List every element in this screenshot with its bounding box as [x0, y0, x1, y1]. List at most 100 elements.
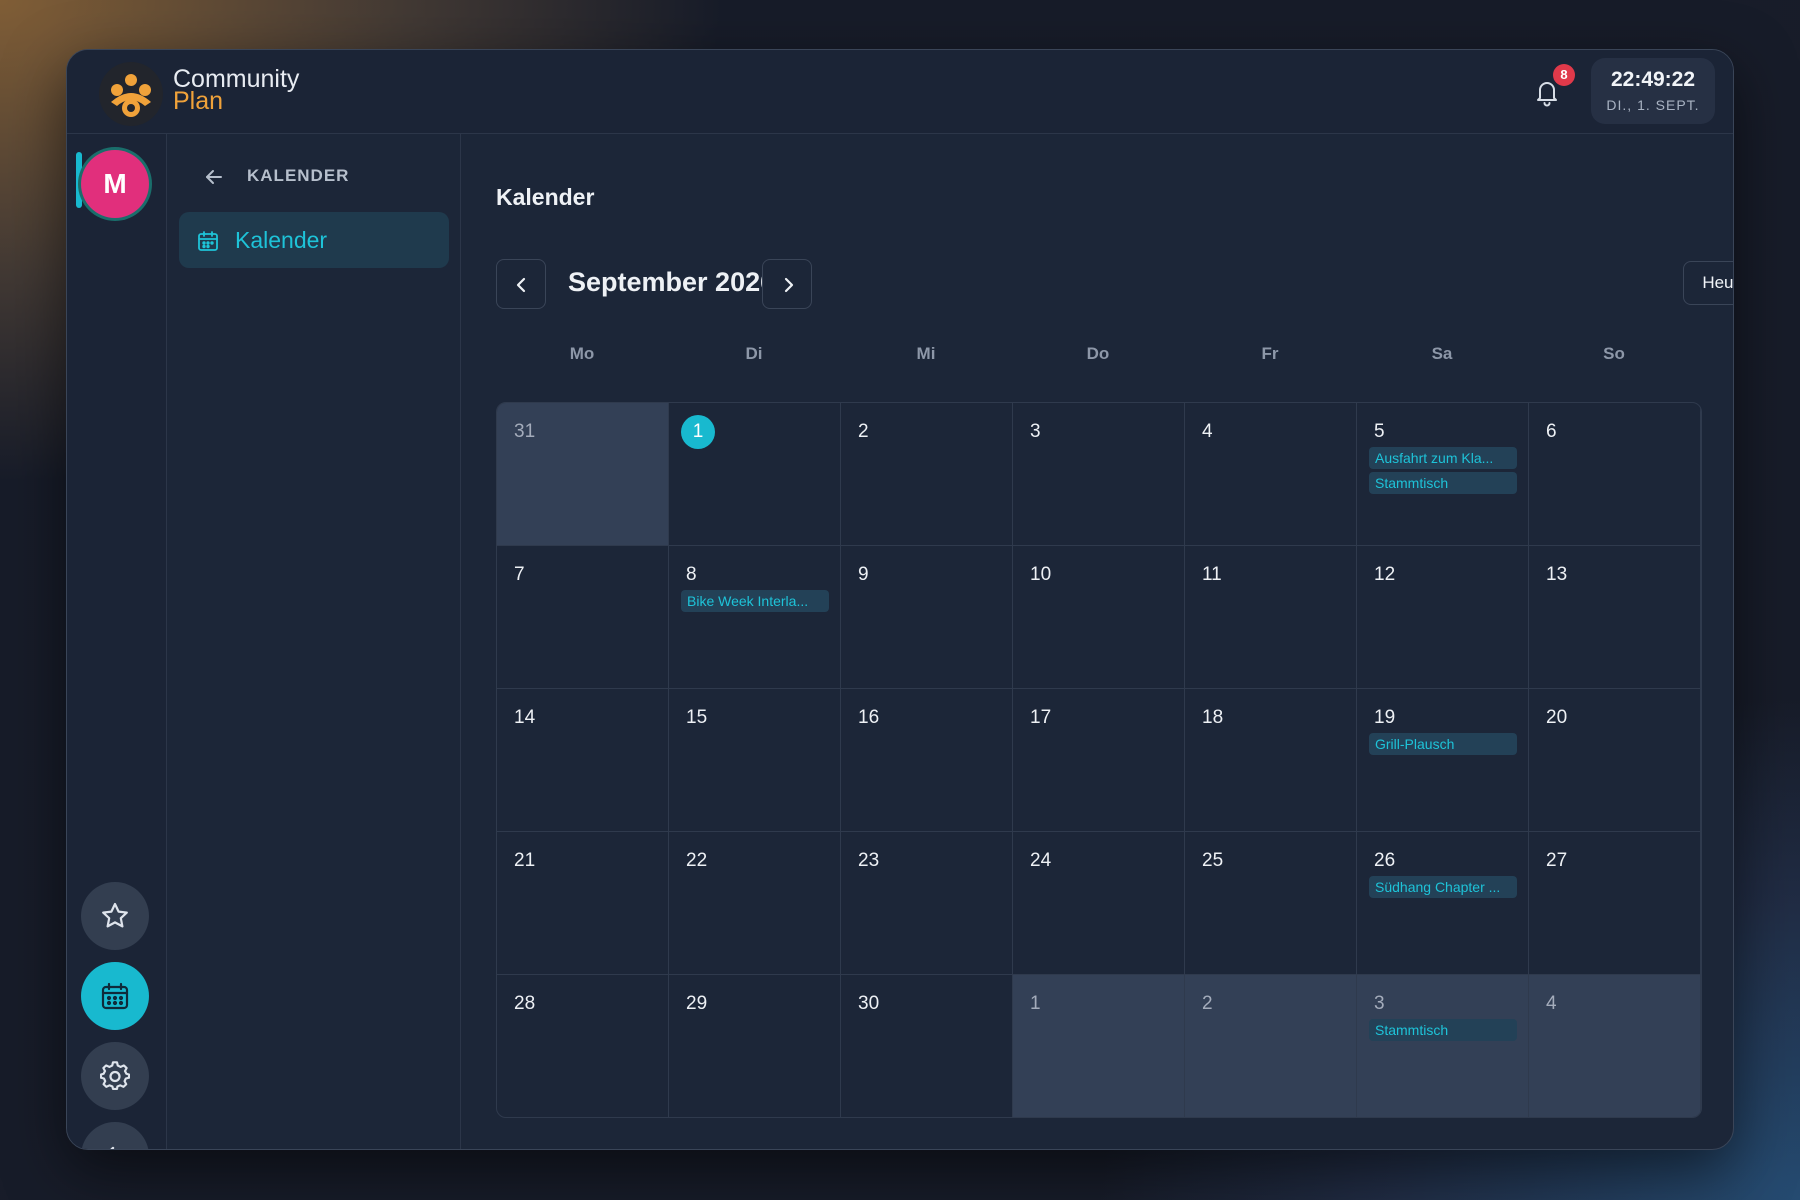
calendar-day-cell[interactable]: 14: [497, 689, 669, 832]
calendar-day-cell[interactable]: 23: [841, 832, 1013, 975]
calendar-event[interactable]: Stammtisch: [1369, 472, 1517, 494]
notification-badge: 8: [1553, 64, 1575, 86]
weekday-label: Mo: [569, 344, 595, 363]
today-button[interactable]: Heute: [1683, 261, 1733, 305]
page-title: Kalender: [496, 184, 595, 210]
calendar-day-cell[interactable]: 9: [841, 546, 1013, 689]
day-number: 9: [858, 564, 869, 585]
calendar-day-cell[interactable]: 3: [1013, 403, 1185, 546]
next-month-button[interactable]: [762, 259, 812, 309]
community-logo-icon[interactable]: [99, 62, 163, 126]
calendar-day-cell[interactable]: 26 Südhang Chapter ...: [1357, 832, 1529, 975]
day-number: 4: [1546, 993, 1557, 1014]
day-number: 23: [858, 850, 880, 871]
calendar-day-cell[interactable]: 5 Ausfahrt zum Kla... Stammtisch: [1357, 403, 1529, 546]
calendar-day-cell[interactable]: 29: [669, 975, 841, 1117]
calendar-day-cell[interactable]: 2: [841, 403, 1013, 546]
calendar-day-cell[interactable]: 30: [841, 975, 1013, 1117]
calendar-grid: 31 1 2 3 4 5 Ausfahrt zum Kla... Stammtisch 6 7 8 B…: [496, 402, 1702, 1118]
brand-name: Community Plan: [173, 67, 299, 115]
calendar-icon: [101, 982, 129, 1010]
subnav-item-kalender[interactable]: Kalender: [179, 212, 449, 268]
calendar-day-cell[interactable]: 12: [1357, 546, 1529, 689]
calendar-event[interactable]: Grill-Plausch: [1369, 733, 1517, 755]
calendar-event[interactable]: Bike Week Interla...: [681, 590, 829, 612]
calendar-day-cell[interactable]: 25: [1185, 832, 1357, 975]
gear-icon: [100, 1061, 130, 1090]
calendar-day-cell[interactable]: 2: [1185, 975, 1357, 1117]
calendar-day-cell[interactable]: 27: [1529, 832, 1701, 975]
calendar-day-cell[interactable]: 21: [497, 832, 669, 975]
calendar-nav-button[interactable]: [81, 962, 149, 1030]
calendar-day-cell[interactable]: 1: [1013, 975, 1185, 1117]
calendar-day-cell[interactable]: 10: [1013, 546, 1185, 689]
favorites-button[interactable]: [81, 882, 149, 950]
day-number: 31: [514, 421, 536, 442]
subnav-title: KALENDER: [247, 166, 350, 185]
calendar-icon: [198, 231, 218, 251]
calendar-day-cell[interactable]: 31: [497, 403, 669, 546]
day-number: 4: [1202, 421, 1213, 442]
brand-line-2: Plan: [173, 87, 224, 115]
app-window: Community Plan 8 22:49:22 DI., 1. SEPT. …: [66, 49, 1734, 1150]
day-number: 16: [858, 707, 880, 728]
back-button[interactable]: [81, 1122, 149, 1149]
day-number: 17: [1030, 707, 1052, 728]
calendar-day-cell[interactable]: 18: [1185, 689, 1357, 832]
calendar-day-cell[interactable]: 24: [1013, 832, 1185, 975]
day-number: 28: [514, 993, 536, 1014]
month-label: September 2026: [568, 267, 776, 297]
day-number: 19: [1374, 707, 1396, 728]
day-number: 5: [1374, 421, 1385, 442]
day-number: 25: [1202, 850, 1224, 871]
calendar-day-cell[interactable]: 13: [1529, 546, 1701, 689]
weekday-label: So: [1603, 344, 1625, 363]
sub-navigation: KALENDER Kalender: [167, 134, 461, 1149]
day-number: 6: [1546, 421, 1557, 442]
day-number: 14: [514, 707, 536, 728]
calendar-event[interactable]: Ausfahrt zum Kla...: [1369, 447, 1517, 469]
arrow-left-icon: [110, 1146, 115, 1149]
day-number: 7: [514, 564, 525, 585]
settings-button[interactable]: [81, 1042, 149, 1110]
calendar-day-cell[interactable]: 17: [1013, 689, 1185, 832]
clock-widget: 22:49:22 DI., 1. SEPT.: [1591, 58, 1715, 124]
calendar-day-cell[interactable]: 6: [1529, 403, 1701, 546]
day-number: 8: [686, 564, 697, 585]
calendar-day-cell[interactable]: 19 Grill-Plausch: [1357, 689, 1529, 832]
calendar-day-cell[interactable]: 11: [1185, 546, 1357, 689]
arrow-left-icon: [206, 170, 222, 184]
day-number: 12: [1374, 564, 1396, 585]
calendar-day-cell[interactable]: 16: [841, 689, 1013, 832]
weekday-label: Mi: [916, 344, 936, 363]
subnav-back-button[interactable]: [203, 166, 225, 193]
top-bar: Community Plan 8 22:49:22 DI., 1. SEPT.: [67, 50, 1733, 134]
calendar-day-cell[interactable]: 20: [1529, 689, 1701, 832]
clock-time: 22:49:22: [1610, 68, 1696, 91]
day-number: 26: [1374, 850, 1396, 871]
calendar-event[interactable]: Stammtisch: [1369, 1019, 1517, 1041]
calendar-day-cell[interactable]: 22: [669, 832, 841, 975]
calendar-day-cell[interactable]: 15: [669, 689, 841, 832]
weekday-header: Mo Di Mi Do Fr Sa So: [496, 344, 1702, 374]
day-number: 29: [686, 993, 708, 1014]
calendar-day-cell[interactable]: 7: [497, 546, 669, 689]
day-number: 15: [686, 707, 708, 728]
calendar-day-cell[interactable]: 28: [497, 975, 669, 1117]
day-number: 13: [1546, 564, 1568, 585]
star-icon: [102, 902, 128, 928]
calendar-day-cell[interactable]: 3 Stammtisch: [1357, 975, 1529, 1117]
calendar-day-cell[interactable]: 4: [1529, 975, 1701, 1117]
day-number: 3: [1030, 421, 1041, 442]
calendar-event[interactable]: Südhang Chapter ...: [1369, 876, 1517, 898]
weekday-label: Di: [745, 344, 763, 363]
calendar-day-cell[interactable]: 8 Bike Week Interla...: [669, 546, 841, 689]
calendar-day-cell[interactable]: 1: [669, 403, 841, 546]
day-number: 2: [858, 421, 869, 442]
day-number: 21: [514, 850, 536, 871]
day-number: 18: [1202, 707, 1224, 728]
avatar[interactable]: M: [81, 150, 149, 218]
day-number: 24: [1030, 850, 1052, 871]
calendar-day-cell[interactable]: 4: [1185, 403, 1357, 546]
prev-month-button[interactable]: [496, 259, 546, 309]
